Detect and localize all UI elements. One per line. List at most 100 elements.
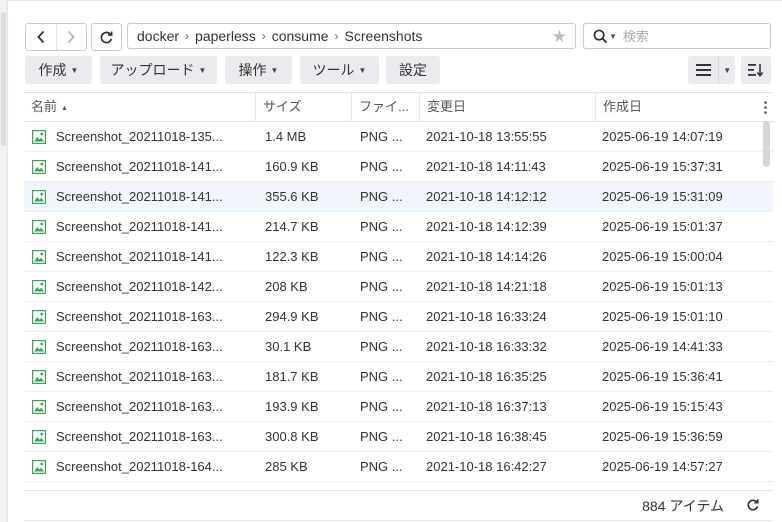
file-size: 1.4 MB [265, 129, 307, 144]
breadcrumb-screenshots[interactable]: Screenshots [345, 28, 423, 44]
file-created: 2025-06-19 15:00:04 [602, 249, 723, 264]
file-size: 294.9 KB [265, 309, 319, 324]
breadcrumb-consume[interactable]: consume [272, 28, 329, 44]
file-type: PNG ... [360, 189, 403, 204]
column-header-modified[interactable]: 変更日 [420, 93, 596, 121]
file-created: 2025-06-19 14:41:33 [602, 339, 723, 354]
page-scrollbar[interactable] [0, 0, 8, 522]
breadcrumb-paperless[interactable]: paperless [195, 28, 256, 44]
upload-button[interactable]: アップロード ▼ [100, 56, 217, 84]
list-view-icon [695, 64, 711, 76]
table-row[interactable]: Screenshot_20211018-163... 181.7 KB PNG ..… [24, 362, 773, 392]
file-name: Screenshot_20211018-163... [56, 309, 223, 324]
table-header: 名前 ▲ サイズ ファイ... 変更日 作成日 [24, 93, 773, 122]
column-created-label: 作成日 [603, 99, 643, 114]
footer-refresh-button[interactable] [744, 496, 762, 514]
file-modified: 2021-10-18 14:12:12 [426, 189, 547, 204]
file-type: PNG ... [360, 219, 403, 234]
image-file-icon [32, 190, 46, 204]
file-modified: 2021-10-18 16:42:27 [426, 459, 547, 474]
refresh-icon [100, 31, 113, 43]
image-file-icon [32, 160, 46, 174]
path-bar[interactable]: docker › paperless › consume › Screensho… [127, 23, 576, 49]
file-size: 300.8 KB [265, 429, 319, 444]
file-modified: 2021-10-18 16:37:13 [426, 399, 547, 414]
table-row[interactable]: Screenshot_20211018-164... 285 KB PNG ... 2… [24, 452, 773, 482]
column-header-created[interactable]: 作成日 [596, 93, 758, 121]
file-created: 2025-06-19 15:01:37 [602, 219, 723, 234]
file-modified: 2021-10-18 14:14:26 [426, 249, 547, 264]
file-size: 160.9 KB [265, 159, 319, 174]
table-row[interactable]: Screenshot_20211018-141... 160.9 KB PNG ..… [24, 152, 773, 182]
more-vertical-icon [764, 100, 767, 114]
table-row[interactable]: Screenshot_20211018-163... 30.1 KB PNG ...… [24, 332, 773, 362]
bottom-divider [24, 520, 773, 521]
settings-button[interactable]: 設定 [386, 56, 440, 84]
column-options-button[interactable] [758, 93, 773, 121]
list-view-toggle[interactable] [688, 56, 718, 84]
table-row[interactable]: Screenshot_20211018-141... 122.3 KB PNG ..… [24, 242, 773, 272]
file-size: 208 KB [265, 279, 308, 294]
file-modified: 2021-10-18 16:38:45 [426, 429, 547, 444]
breadcrumb-docker[interactable]: docker [137, 28, 179, 44]
file-modified: 2021-10-18 14:12:39 [426, 219, 547, 234]
file-type: PNG ... [360, 459, 403, 474]
file-size: 355.6 KB [265, 189, 319, 204]
refresh-button[interactable] [91, 23, 122, 51]
file-type: PNG ... [360, 309, 403, 324]
file-modified: 2021-10-18 16:33:32 [426, 339, 547, 354]
file-created: 2025-06-19 15:01:13 [602, 279, 723, 294]
column-header-type[interactable]: ファイ... [352, 93, 420, 121]
search-input[interactable] [622, 28, 753, 44]
file-name: Screenshot_20211018-163... [56, 369, 223, 384]
column-header-name[interactable]: 名前 ▲ [24, 93, 256, 121]
table-row[interactable]: Screenshot_20211018-163... 300.8 KB PNG ..… [24, 422, 773, 452]
chevron-down-icon: ▼ [70, 65, 79, 75]
column-name-label: 名前 [31, 99, 58, 114]
file-type: PNG ... [360, 339, 403, 354]
table-row[interactable]: Screenshot_20211018-142... 208 KB PNG ... 2… [24, 272, 773, 302]
file-list: Screenshot_20211018-135... 1.4 MB PNG ... 2… [24, 122, 773, 491]
search-box[interactable]: ▼ [583, 23, 771, 49]
search-icon[interactable] [593, 29, 608, 44]
footer-divider [24, 490, 773, 491]
tools-label: ツール [312, 62, 355, 78]
view-options-chevron-icon[interactable]: ▼ [718, 56, 735, 84]
table-row[interactable]: Screenshot_20211018-141... 355.6 KB PNG ..… [24, 182, 773, 212]
file-name: Screenshot_20211018-135... [56, 129, 223, 144]
table-scrollbar-thumb[interactable] [763, 121, 770, 167]
breadcrumb-separator-icon: › [261, 29, 266, 43]
back-button[interactable] [26, 24, 56, 50]
create-button[interactable]: 作成 ▼ [25, 56, 92, 84]
create-label: 作成 [38, 62, 67, 78]
file-modified: 2021-10-18 16:35:25 [426, 369, 547, 384]
chevron-left-icon [37, 30, 44, 44]
chevron-down-icon: ▼ [358, 65, 367, 75]
file-table: 名前 ▲ サイズ ファイ... 変更日 作成日 Screenshot_202110… [24, 92, 773, 491]
file-type: PNG ... [360, 159, 403, 174]
file-created: 2025-06-19 15:01:10 [602, 309, 723, 324]
search-options-chevron-icon[interactable]: ▼ [609, 32, 617, 41]
file-type: PNG ... [360, 249, 403, 264]
sort-button[interactable] [741, 56, 771, 84]
table-row[interactable]: Screenshot_20211018-163... 294.9 KB PNG ..… [24, 302, 773, 332]
column-header-size[interactable]: サイズ [256, 93, 352, 121]
favorite-star-icon[interactable]: ★ [552, 27, 567, 47]
table-row[interactable]: Screenshot_20211018-141... 214.7 KB PNG ..… [24, 212, 773, 242]
file-size: 30.1 KB [265, 339, 312, 354]
table-row[interactable]: Screenshot_20211018-163... 193.9 KB PNG ..… [24, 392, 773, 422]
page-scrollbar-thumb[interactable] [1, 12, 6, 146]
file-created: 2025-06-19 14:07:19 [602, 129, 723, 144]
forward-button[interactable] [55, 24, 87, 50]
table-row[interactable]: Screenshot_20211018-135... 1.4 MB PNG ... 2… [24, 122, 773, 152]
file-modified: 2021-10-18 16:33:24 [426, 309, 547, 324]
file-type: PNG ... [360, 279, 403, 294]
image-file-icon [32, 400, 46, 414]
image-file-icon [32, 280, 46, 294]
item-count: 884 アイテム [642, 498, 724, 514]
action-button[interactable]: 操作 ▼ [225, 56, 292, 84]
history-nav [25, 23, 87, 51]
tools-button[interactable]: ツール ▼ [300, 56, 379, 84]
action-label: 操作 [238, 62, 267, 78]
view-mode-button[interactable]: ▼ [688, 56, 735, 84]
